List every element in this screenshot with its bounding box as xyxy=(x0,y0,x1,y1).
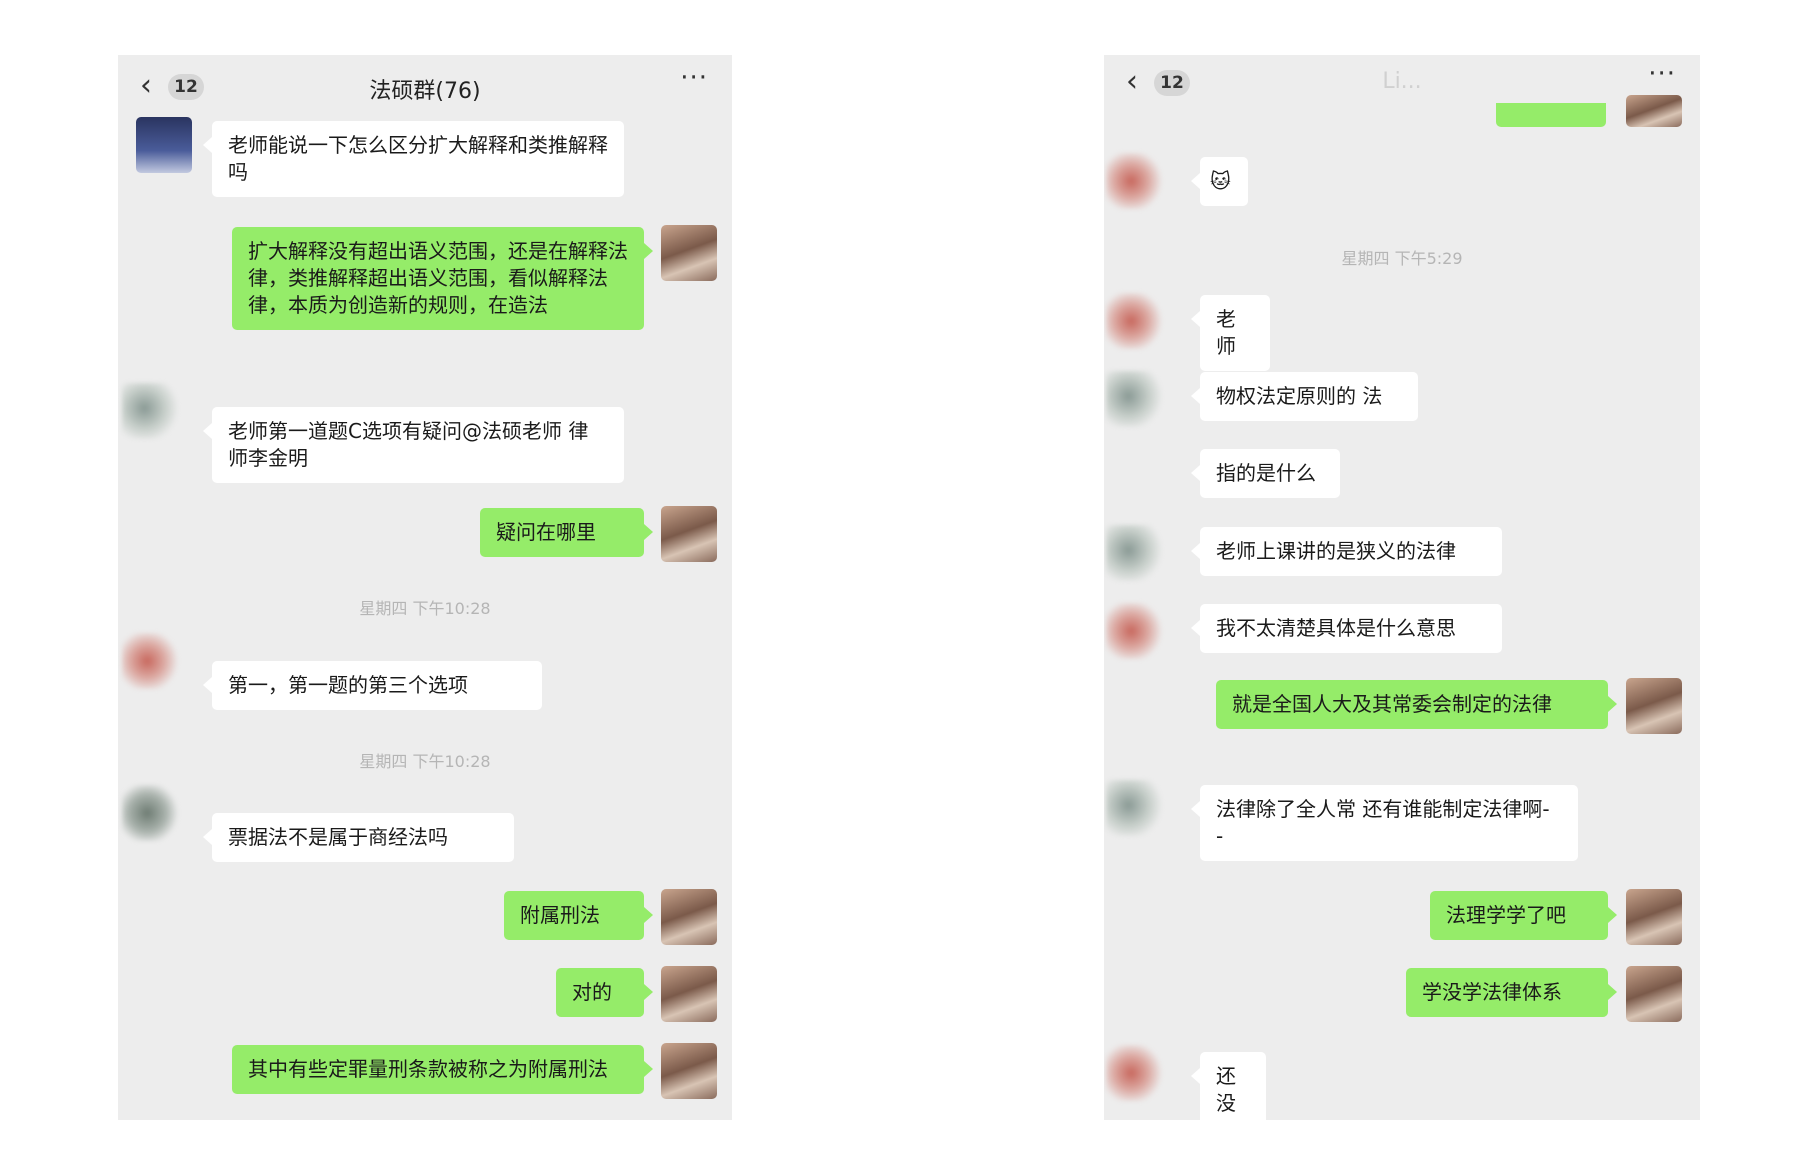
chat-header: ‹ 12 法硕群(76) ··· xyxy=(118,55,732,117)
avatar[interactable] xyxy=(661,1043,717,1099)
avatar[interactable] xyxy=(1106,371,1162,427)
message-bubble-sent[interactable]: 对的 xyxy=(556,968,653,1017)
message-bubble-sent[interactable]: 疑问在哪里 xyxy=(480,508,653,557)
avatar[interactable] xyxy=(1106,153,1162,209)
message-bubble-received[interactable]: 我不太清楚具体是什么意思 xyxy=(1191,604,1502,653)
avatar[interactable] xyxy=(1626,889,1682,945)
message-bubble-received[interactable]: 还没 xyxy=(1191,1052,1266,1120)
avatar[interactable] xyxy=(1626,966,1682,1022)
more-options-icon[interactable]: ··· xyxy=(1648,59,1676,89)
avatar[interactable] xyxy=(1106,1045,1162,1101)
message-bubble-sent[interactable]: 扩大解释没有超出语义范围，还是在解释法律，类推解释超出语义范围，看似解释法律，本… xyxy=(232,227,653,330)
chat-title: 法硕群(76) xyxy=(369,79,481,104)
avatar[interactable] xyxy=(1106,293,1162,349)
chat-screen-right: ‹ 12 Li... ··· 🐱 星期四 下午5:29 老师 物权法定原则的 法… xyxy=(1104,55,1700,1120)
message-bubble-received[interactable]: 法律除了全人常 还有谁能制定法律啊- - xyxy=(1191,785,1578,861)
avatar[interactable] xyxy=(661,966,717,1022)
message-bubble-sent[interactable]: 法理学学了吧 xyxy=(1430,891,1617,940)
avatar[interactable] xyxy=(1626,678,1682,734)
message-bubble-received[interactable]: 老师能说一下怎么区分扩大解释和类推解释吗 xyxy=(203,121,624,197)
timestamp: 星期四 下午10:28 xyxy=(359,599,491,618)
chat-screen-left: ‹ 12 法硕群(76) ··· 老师能说一下怎么区分扩大解释和类推解释吗 扩大… xyxy=(118,55,732,1120)
avatar[interactable] xyxy=(661,225,717,281)
timestamp: 星期四 下午10:28 xyxy=(359,752,491,771)
message-bubble-received[interactable]: 老师第一道题C选项有疑问@法硕老师 律师李金明 xyxy=(203,407,624,483)
message-bubble-received[interactable]: 物权法定原则的 法 xyxy=(1191,372,1418,421)
avatar[interactable] xyxy=(1106,603,1162,659)
avatar[interactable] xyxy=(661,889,717,945)
message-bubble-received[interactable]: 老师上课讲的是狭义的法律 xyxy=(1191,527,1502,576)
message-bubble-received[interactable]: 指的是什么 xyxy=(1191,449,1340,498)
avatar[interactable] xyxy=(136,117,192,173)
more-options-icon[interactable]: ··· xyxy=(680,63,708,93)
avatar[interactable] xyxy=(1626,95,1682,127)
chat-header: ‹ 12 Li... ··· xyxy=(1104,55,1700,117)
avatar[interactable] xyxy=(122,785,178,841)
timestamp: 星期四 下午5:29 xyxy=(1341,249,1463,268)
avatar[interactable] xyxy=(122,633,178,689)
avatar[interactable] xyxy=(122,383,178,439)
message-bubble-sent[interactable]: 学没学法律体系 xyxy=(1406,968,1617,1017)
message-bubble-received[interactable]: 第一，第一题的第三个选项 xyxy=(203,661,542,710)
avatar[interactable] xyxy=(1106,525,1162,581)
emoji-bubble[interactable]: 🐱 xyxy=(1191,157,1248,206)
message-bubble-received[interactable]: 票据法不是属于商经法吗 xyxy=(203,813,514,862)
message-bubble-sent[interactable]: 其中有些定罪量刑条款被称之为附属刑法 xyxy=(232,1045,653,1094)
message-bubble-received[interactable]: 老师 xyxy=(1191,295,1270,371)
message-bubble-sent[interactable]: 附属刑法 xyxy=(504,891,653,940)
avatar[interactable] xyxy=(661,506,717,562)
avatar[interactable] xyxy=(1106,780,1162,836)
message-bubble-sent[interactable]: 就是全国人大及其常委会制定的法律 xyxy=(1216,680,1617,729)
chat-title: Li... xyxy=(1382,69,1422,94)
message-bubble-sent-partial xyxy=(1496,103,1606,127)
